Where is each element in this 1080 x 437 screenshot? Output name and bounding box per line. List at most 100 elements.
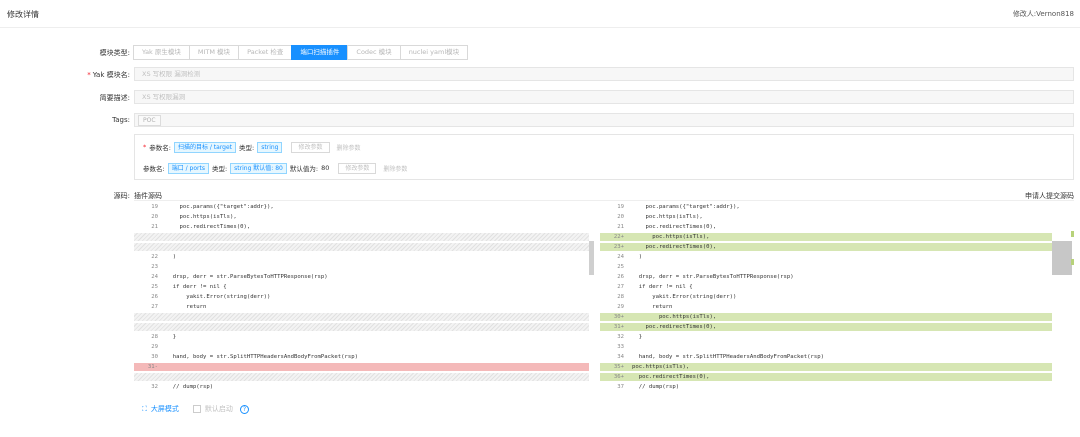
line-number: 25 bbox=[151, 284, 158, 290]
param-default-value: 80 bbox=[321, 164, 330, 172]
required-mark: * bbox=[143, 143, 147, 151]
code-line: 29 return bbox=[600, 303, 1052, 311]
line-number: 30+ bbox=[613, 314, 624, 320]
module-type-tab[interactable]: 端口扫描插件 bbox=[291, 45, 349, 60]
diff-overview-ruler[interactable] bbox=[1052, 241, 1072, 275]
code-text: poc.https(isTls), bbox=[632, 314, 717, 320]
code-line: 20 poc.https(isTls), bbox=[134, 213, 589, 221]
code-line: 22 ) bbox=[134, 253, 589, 261]
code-text: return bbox=[632, 304, 673, 310]
code-line: 27 if derr != nil { bbox=[600, 283, 1052, 291]
modifier-label: 修改人:Vernon818 bbox=[1012, 10, 1074, 18]
code-text: // dump(rsp) bbox=[632, 384, 680, 390]
code-text: poc.https(isTls), bbox=[632, 214, 703, 220]
delete-param-link[interactable]: 删除参数 bbox=[383, 164, 407, 173]
line-number: 23 bbox=[151, 264, 158, 270]
module-type-tab[interactable]: Yak 原生模块 bbox=[133, 45, 190, 60]
line-number: 30 bbox=[151, 354, 158, 360]
question-circle-icon[interactable]: ? bbox=[239, 404, 249, 414]
diff-filler bbox=[134, 233, 589, 241]
code-line: 20 poc.https(isTls), bbox=[600, 213, 1052, 221]
line-number: 21 bbox=[617, 224, 624, 230]
code-text: if derr != nil { bbox=[166, 284, 227, 290]
modified-code-pane[interactable]: 19 poc.params({"target":addr}), 20 poc.ht… bbox=[600, 201, 1052, 394]
description-input[interactable]: XS 写权限漏洞 bbox=[134, 90, 1074, 104]
code-line: 35+ poc.https(isTls), bbox=[600, 363, 1052, 371]
line-number: 19 bbox=[617, 204, 624, 210]
param-name-tag: 端口 / ports bbox=[167, 162, 209, 174]
left-scrollbar[interactable] bbox=[589, 241, 594, 275]
code-line: 19 poc.params({"target":addr}), bbox=[134, 203, 589, 211]
code-text: if derr != nil { bbox=[632, 284, 693, 290]
line-number: 36+ bbox=[613, 374, 624, 380]
diff-filler bbox=[134, 313, 589, 321]
code-text: } bbox=[166, 334, 177, 340]
module-name-input[interactable]: XS 写权限 漏洞检测 bbox=[134, 67, 1074, 81]
code-line: 34 hand, body = str.SplitHTTPHeadersAndB… bbox=[600, 353, 1052, 361]
code-line: 19 poc.params({"target":addr}), bbox=[600, 203, 1052, 211]
code-text: drsp, derr = str.ParseBytesToHTTPRespons… bbox=[632, 274, 794, 280]
code-line: 32 // dump(rsp) bbox=[134, 383, 589, 391]
code-line: 23 bbox=[134, 263, 589, 271]
tags-label: Tags: bbox=[112, 116, 130, 124]
param-name-label: 参数名: bbox=[149, 144, 171, 152]
line-number: 28 bbox=[617, 294, 624, 300]
code-text: ) bbox=[632, 254, 643, 260]
code-line: 24 ) bbox=[600, 253, 1052, 261]
code-text: // dump(rsp) bbox=[166, 384, 214, 390]
line-number: 29 bbox=[151, 344, 158, 350]
code-text: poc.https(isTls), bbox=[166, 214, 237, 220]
tag-chip: POC bbox=[138, 115, 161, 126]
code-text: hand, body = str.SplitHTTPHeadersAndBody… bbox=[632, 354, 824, 360]
original-code-pane[interactable]: 19 poc.params({"target":addr}), 20 poc.ht… bbox=[134, 201, 589, 394]
line-number: 25 bbox=[617, 264, 624, 270]
delete-param-link[interactable]: 删除参数 bbox=[337, 143, 361, 152]
code-line: 21 poc.redirectTimes(0), bbox=[600, 223, 1052, 231]
module-type-tab[interactable]: nuclei yaml模块 bbox=[399, 45, 469, 60]
code-text: poc.params({"target":addr}), bbox=[632, 204, 740, 210]
default-enable-checkbox[interactable] bbox=[192, 405, 201, 413]
fullscreen-link[interactable]: 大屏模式 bbox=[151, 404, 179, 414]
line-number: 32 bbox=[151, 384, 158, 390]
module-type-label: 模块类型: bbox=[99, 49, 130, 57]
code-line: 25 if derr != nil { bbox=[134, 283, 589, 291]
code-line: 24 drsp, derr = str.ParseBytesToHTTPResp… bbox=[134, 273, 589, 281]
line-number: 26 bbox=[151, 294, 158, 300]
expand-icon[interactable]: ⛶ bbox=[142, 405, 147, 414]
line-number: 28 bbox=[151, 334, 158, 340]
param-row: 参数名: 端口 / ports 类型: string 默认值: 80 默认值为:… bbox=[143, 162, 407, 174]
params-box: * 参数名: 扫描的目标 / target 类型: string 修改参数 删除… bbox=[134, 134, 1074, 180]
line-number: 21 bbox=[151, 224, 158, 230]
line-number: 20 bbox=[617, 214, 624, 220]
code-line: 31+ poc.redirectTimes(0), bbox=[600, 323, 1052, 331]
module-type-tab[interactable]: Packet 检查 bbox=[238, 45, 293, 60]
edit-param-button[interactable]: 修改参数 bbox=[291, 141, 330, 153]
code-line: 26 drsp, derr = str.ParseBytesToHTTPResp… bbox=[600, 273, 1052, 281]
code-line: 25 bbox=[600, 263, 1052, 271]
code-text: } bbox=[632, 334, 643, 340]
line-number: 22+ bbox=[613, 234, 624, 240]
code-text: poc.redirectTimes(0), bbox=[166, 224, 251, 230]
diff-editor[interactable]: 19 poc.params({"target":addr}), 20 poc.ht… bbox=[134, 200, 1074, 394]
code-line: 28 yakit.Error(string(derr)) bbox=[600, 293, 1052, 301]
module-type-tab[interactable]: MITM 模块 bbox=[188, 45, 240, 60]
tags-input[interactable]: POC bbox=[134, 113, 1074, 127]
code-text: poc.https(isTls), bbox=[632, 234, 710, 240]
line-number: 26 bbox=[617, 274, 624, 280]
editor-footer: ⛶ 大屏模式 默认启动 ? bbox=[142, 404, 249, 414]
code-line: 32 } bbox=[600, 333, 1052, 341]
code-line: 21 poc.redirectTimes(0), bbox=[134, 223, 589, 231]
code-line: 26 yakit.Error(string(derr)) bbox=[134, 293, 589, 301]
code-text: poc.redirectTimes(0), bbox=[632, 324, 717, 330]
line-number: 31+ bbox=[613, 324, 624, 330]
line-number: 31- bbox=[147, 364, 158, 370]
edit-param-button[interactable]: 修改参数 bbox=[338, 162, 377, 174]
module-type-tab[interactable]: Codec 模块 bbox=[347, 45, 401, 60]
line-number: 33 bbox=[617, 344, 624, 350]
code-line: 23+ poc.redirectTimes(0), bbox=[600, 243, 1052, 251]
code-line: 27 return bbox=[134, 303, 589, 311]
code-line: 22+ poc.https(isTls), bbox=[600, 233, 1052, 241]
param-name-label: 参数名: bbox=[143, 165, 165, 173]
description-label: 简要描述: bbox=[99, 94, 130, 102]
code-text: poc.redirectTimes(0), bbox=[632, 374, 710, 380]
